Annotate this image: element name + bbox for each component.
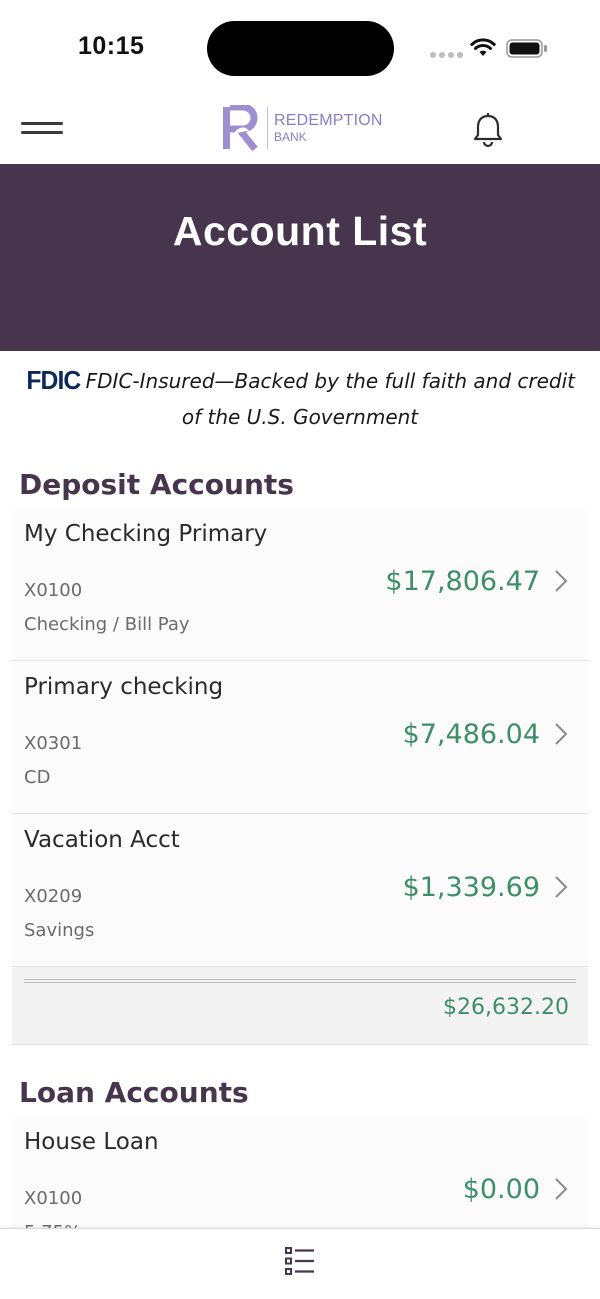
account-balance: $17,806.47 [385,566,540,597]
status-time: 10:15 [78,32,145,60]
cellular-signal-icon [430,52,463,58]
chevron-right-icon [555,570,568,592]
fdic-notice: FDIC FDIC-Insured—Backed by the full fait… [0,362,600,435]
app-header: REDEMPTION BANK [0,96,600,164]
list-icon[interactable] [284,1246,316,1276]
fdic-text: FDIC-Insured—Backed by the full faith an… [85,369,576,429]
account-row[interactable]: Vacation Acct X0209 Savings $1,339.69 [12,814,588,967]
loan-accounts-title: Loan Accounts [19,1076,249,1109]
deposit-accounts-title: Deposit Accounts [19,468,294,501]
account-name: Vacation Acct [24,827,180,853]
account-number: X0301 [24,733,83,754]
account-type: CD [24,767,51,788]
account-balance: $7,486.04 [402,719,540,750]
chevron-right-icon [555,723,568,745]
account-number: X0100 [24,1188,83,1209]
logo-name: REDEMPTION [274,112,383,129]
page-title: Account List [172,208,428,254]
hamburger-menu-icon[interactable] [21,122,63,136]
account-balance: $0.00 [462,1174,540,1205]
logo-text: REDEMPTION BANK [274,112,383,144]
account-name: House Loan [24,1129,159,1155]
account-name: Primary checking [24,674,224,700]
page-banner: Account List [0,164,600,351]
battery-icon [506,39,547,58]
fdic-logo: FDIC [26,365,81,395]
account-row[interactable]: My Checking Primary X0100 Checking / Bil… [12,508,588,661]
chevron-right-icon [555,876,568,898]
bell-icon[interactable] [472,112,504,148]
wifi-icon [470,38,496,56]
redemption-logo-icon [223,105,258,151]
account-row[interactable]: Primary checking X0301 CD $7,486.04 [12,661,588,814]
account-type: Checking / Bill Pay [24,614,190,635]
chevron-right-icon [555,1178,568,1200]
deposit-account-list: My Checking Primary X0100 Checking / Bil… [12,508,588,1045]
account-number: X0209 [24,886,83,907]
bank-logo: REDEMPTION BANK [221,104,383,152]
dynamic-island [207,21,394,76]
deposit-total: $26,632.20 [443,995,569,1020]
status-bar: 10:15 [0,0,600,96]
logo-divider [267,107,268,149]
account-type: Savings [24,920,95,941]
account-name: My Checking Primary [24,521,268,547]
account-number: X0100 [24,580,83,601]
deposit-total-row: $26,632.20 [12,967,588,1045]
account-balance: $1,339.69 [402,872,540,903]
bottom-tab-bar [0,1228,600,1299]
total-divider [24,979,576,983]
logo-sub: BANK [274,130,307,144]
